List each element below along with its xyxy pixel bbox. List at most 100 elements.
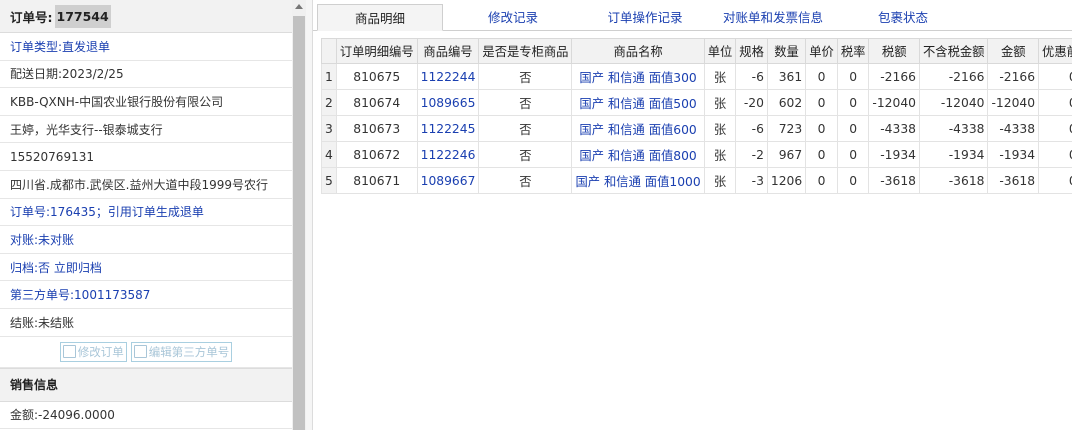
cell-price: 0 xyxy=(805,89,838,116)
order-info-row: 第三方单号: 1001173587 xyxy=(0,281,292,309)
cell-link[interactable]: 国产 和信通 面值600 xyxy=(579,123,696,137)
cell-unit: 张 xyxy=(703,167,737,194)
cell-detail: 810674 xyxy=(335,89,418,116)
table-row[interactable]: 4 810672 1122246 否国产 和信通 面值800 张 -2 967 0 0 -1934… xyxy=(321,141,1072,168)
order-info-value: 未结账 xyxy=(38,315,75,330)
cell-link[interactable]: 1089665 xyxy=(421,96,476,110)
cell-net: -12040 xyxy=(918,89,989,116)
amount-value: -24096.0000 xyxy=(38,407,115,422)
edit-third-party-label: 编辑第三方单号 xyxy=(148,344,230,359)
order-info-label: 结账: xyxy=(10,315,39,330)
cell-link[interactable]: 1122245 xyxy=(421,122,476,136)
cell-idx: 3 xyxy=(321,115,337,142)
cell-net: -3618 xyxy=(918,167,989,194)
tab-order-operation-log[interactable]: 订单操作记录 xyxy=(583,4,707,29)
column-header[interactable]: 单位 xyxy=(703,38,737,64)
cell-counter: 否 xyxy=(478,115,573,142)
cell-counter: 否 xyxy=(478,141,573,168)
order-info-row: 订单类型: 直发退单 xyxy=(0,33,292,61)
order-info-value: 1001173587 xyxy=(74,287,151,302)
cell-code: 1122246 xyxy=(416,141,480,168)
cell-idx: 1 xyxy=(321,63,337,90)
table-row[interactable]: 1 810675 1122244 否国产 和信通 面值300 张 -6 361 0 0 -2166… xyxy=(321,63,1072,90)
cell-code: 1122245 xyxy=(416,115,480,142)
column-header[interactable]: 商品名称 xyxy=(571,38,705,64)
cell-tax-rate: 0 xyxy=(836,141,870,168)
column-header[interactable]: 税率 xyxy=(836,38,870,64)
order-info-row: 订单号: 176435；引用订单生成退单 xyxy=(0,199,292,227)
order-info-label: 第三方单号: xyxy=(10,288,75,303)
cell-detail: 810672 xyxy=(335,141,418,168)
order-info-label: 订单号: xyxy=(10,205,51,220)
tab-statement-invoice[interactable]: 对账单和发票信息 xyxy=(713,4,833,29)
edit-icon xyxy=(62,345,76,359)
cell-link[interactable]: 1089667 xyxy=(421,174,476,188)
panel-divider[interactable] xyxy=(306,0,313,430)
tab-product-details[interactable]: 商品明细 xyxy=(317,4,443,31)
table-row[interactable]: 5 810671 1089667 否国产 和信通 面值1000 张 -3 1206 0 0 -36… xyxy=(321,167,1072,194)
order-number: 177544 xyxy=(54,4,111,28)
column-header[interactable]: 单价 xyxy=(805,38,838,64)
cell-link[interactable]: 国产 和信通 面值300 xyxy=(579,71,696,85)
tab-change-log[interactable]: 修改记录 xyxy=(463,4,563,29)
order-info-row: 15520769131 xyxy=(0,143,292,171)
cell-detail: 810671 xyxy=(335,167,418,194)
column-header[interactable]: 数量 xyxy=(766,38,807,64)
cell-code: 1089667 xyxy=(416,167,480,194)
column-header[interactable]: 不含税金额 xyxy=(918,38,989,64)
edit-order-label: 修改订单 xyxy=(77,344,124,359)
order-info-value: KBB-QXNH-中国农业银行股份有限公司 xyxy=(10,94,224,109)
cell-code: 1089665 xyxy=(416,89,480,116)
cell-idx: 2 xyxy=(321,89,337,116)
column-header[interactable]: 订单明细编号 xyxy=(335,38,418,64)
cell-net: -1934 xyxy=(918,141,989,168)
cell-link[interactable]: 国产 和信通 面值1000 xyxy=(575,175,700,189)
cell-tax: -2166 xyxy=(868,63,920,90)
table-header-row: 订单明细编号 商品编号 是否是专柜商品 商品名称 单位 规格 数量 单价 税率 税额 不含税金额 金额… xyxy=(321,38,1072,64)
tab-package-status[interactable]: 包裹状态 xyxy=(843,4,963,29)
cell-spec: -6 xyxy=(735,63,768,90)
cell-link[interactable]: 1122244 xyxy=(421,70,476,84)
order-info-panel: 订单号: 177544 订单类型: 直发退单 配送日期: 2023/2/25 KBB-Q… xyxy=(0,0,292,430)
order-header: 订单号: 177544 xyxy=(0,0,292,33)
edit-order-button[interactable]: 修改订单 xyxy=(59,341,127,362)
cell-spec: -20 xyxy=(735,89,768,116)
detail-panel: 商品明细 修改记录 订单操作记录 对账单和发票信息 包裹状态 订单明细编号 商品编… xyxy=(313,0,1072,430)
tab-bar: 商品明细 修改记录 订单操作记录 对账单和发票信息 包裹状态 xyxy=(313,0,1072,31)
cell-idx: 4 xyxy=(321,141,337,168)
cell-tax-rate: 0 xyxy=(836,115,870,142)
table-row[interactable]: 2 810674 1089665 否国产 和信通 面值500 张 -20 602 0 0 -120… xyxy=(321,89,1072,116)
cell-link[interactable]: 1122246 xyxy=(421,148,476,162)
cell-link[interactable]: 国产 和信通 面值800 xyxy=(579,149,696,163)
cell-detail: 810673 xyxy=(335,115,418,142)
order-info-row[interactable]: 对账: 未对账 xyxy=(0,226,292,254)
column-header[interactable]: 商品编号 xyxy=(416,38,480,64)
column-header[interactable]: 税额 xyxy=(868,38,920,64)
edit-icon xyxy=(133,345,147,359)
column-header[interactable]: 是否是专柜商品 xyxy=(478,38,573,64)
scroll-thumb[interactable] xyxy=(293,16,305,430)
cell-pre: 0 xyxy=(1038,141,1072,168)
table-row[interactable]: 3 810673 1122245 否国产 和信通 面值600 张 -6 723 0 0 -4338… xyxy=(321,115,1072,142)
column-header[interactable]: 金额 xyxy=(987,38,1040,64)
order-info-value: 176435；引用订单生成退单 xyxy=(50,205,204,220)
column-header[interactable]: 优惠前金额 xyxy=(1038,38,1072,64)
sales-section-title: 销售信息 xyxy=(0,367,292,402)
cell-spec: -6 xyxy=(735,115,768,142)
column-header[interactable]: 规格 xyxy=(735,38,768,64)
cell-name: 国产 和信通 面值500 xyxy=(571,89,705,116)
edit-third-party-button[interactable]: 编辑第三方单号 xyxy=(130,341,233,362)
cell-amount: -1934 xyxy=(987,141,1040,168)
cell-qty: 723 xyxy=(766,115,807,142)
amount-row: 金额: -24096.0000 xyxy=(0,402,292,430)
column-header[interactable] xyxy=(321,38,337,64)
order-info-row[interactable]: 归档: 否 立即归档 xyxy=(0,254,292,282)
cell-counter: 否 xyxy=(478,63,573,90)
cell-name: 国产 和信通 面值600 xyxy=(571,115,705,142)
cell-tax-rate: 0 xyxy=(836,89,870,116)
scroll-up-icon[interactable] xyxy=(295,4,303,9)
left-panel-scrollbar[interactable] xyxy=(292,0,306,430)
cell-spec: -3 xyxy=(735,167,768,194)
cell-link[interactable]: 国产 和信通 面值500 xyxy=(579,97,696,111)
order-info-label: 配送日期: xyxy=(10,67,63,82)
